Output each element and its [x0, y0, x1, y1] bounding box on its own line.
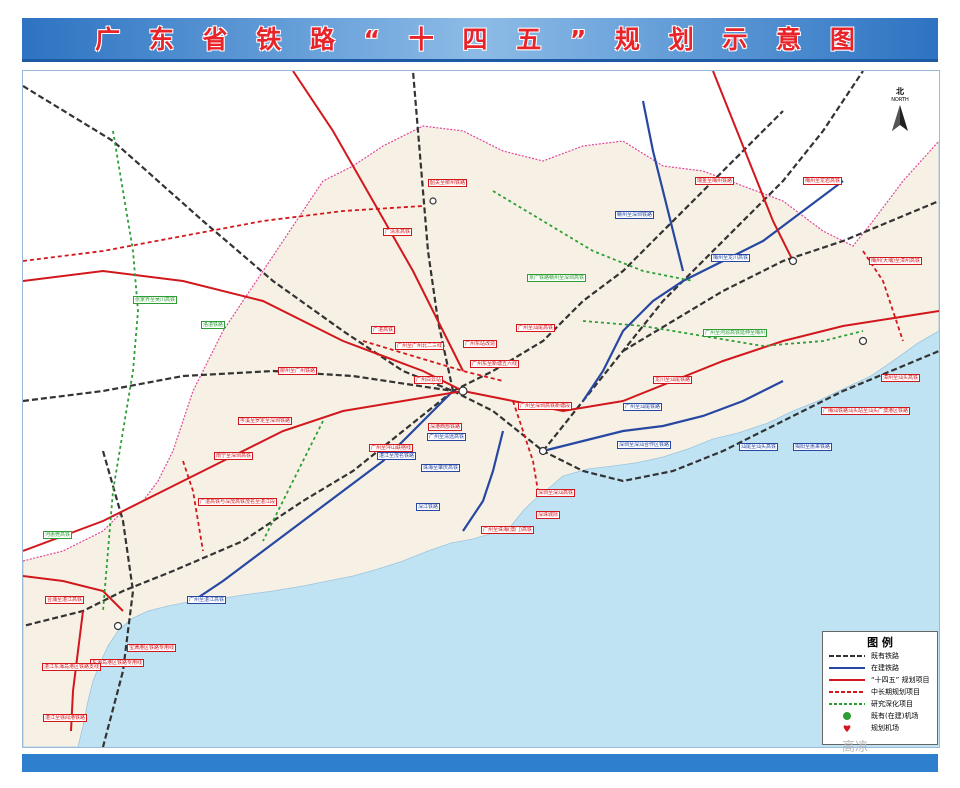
legend-label: 既有铁路 [871, 652, 899, 660]
legend-row-longterm: 中长期规划项目 [823, 686, 937, 698]
rail-label: 宝满港区铁路专用线 [127, 644, 177, 652]
watermark: 高凉 [842, 740, 869, 755]
rail-label: 梅州(大埔)至漳州高铁 [869, 257, 922, 265]
rail-label: 广州至湛江高铁 [187, 596, 227, 604]
station-shenzhen [538, 446, 548, 456]
rail-label: 深圳至深汕合作区铁路 [617, 441, 672, 449]
station-shaoguan [429, 197, 437, 205]
station-shantou [858, 336, 868, 346]
rail-label: 瑞金至梅州铁路 [695, 177, 735, 185]
construction-line-icon [829, 667, 865, 669]
legend-row-plan: “十四五” 规划项目 [823, 674, 937, 686]
legend-row-airport: 既有(在建)机场 [823, 710, 937, 722]
rail-label: 深江铁路 [416, 503, 441, 511]
rail-label: 广州至清远高铁 [427, 433, 467, 441]
rail-label: 广州至深圳高铁新塘段 [518, 402, 573, 410]
north-compass: 北 NORTH [885, 86, 915, 136]
legend-label: 中长期规划项目 [871, 688, 920, 696]
rail-label: 广州东至新塘五六线 [470, 360, 520, 368]
station-zhanjiang [113, 621, 123, 631]
rail-label: 广湛高铁与深茂高铁茂名至湛江段 [198, 498, 278, 506]
rail-label: 南宁至深圳高铁 [214, 452, 254, 460]
rail-label: 广清永高铁 [383, 228, 413, 236]
rail-label: 揭阳至惠来铁路 [793, 443, 833, 451]
map-frame: 韶关至柳州铁路 广清永高铁 广州至汕尾高铁 广州东站改造 广州东至新塘五六线 广… [22, 70, 940, 748]
rail-label: 湛江至茂名铁路 [377, 452, 417, 460]
rail-label: 漳州至汕头高铁 [881, 374, 921, 382]
existing-line-icon [829, 655, 865, 657]
rail-label: 河惠莞高铁 [43, 531, 73, 539]
rail-label: 广州至广州北二三线 [395, 342, 445, 350]
airport-icon [843, 712, 851, 720]
north-arrow-icon [892, 105, 908, 131]
rail-label: 汕尾至汕头高铁 [739, 443, 779, 451]
rail-label: 梅州至龙川高铁 [711, 254, 751, 262]
legend-label: 既有(在建)机场 [871, 712, 919, 720]
planned-airport-icon [843, 725, 851, 732]
rail-label: 广州至坪山联络线 [369, 444, 414, 452]
longterm-line-icon [829, 691, 865, 693]
rail-label: 梅州至龙岩高铁 [803, 177, 843, 185]
station-guangzhou [458, 386, 468, 396]
rail-label: 赣州至深圳铁路 [615, 211, 655, 219]
legend-label: “十四五” 规划项目 [871, 676, 930, 684]
map-title: 广 东 省 铁 路 “ 十 四 五 ” 规 划 示 意 图 [95, 25, 865, 54]
rail-label: 珠海至肇庆高铁 [421, 464, 461, 472]
rail-label: 广州至珠海(澳门)高铁 [481, 526, 534, 534]
legend-label: 研究深化项目 [871, 700, 913, 708]
rail-label: 广湛高铁 [371, 326, 396, 334]
rail-label: 深港西部铁路 [428, 423, 463, 431]
map-legend: 图 例 既有铁路 在建铁路 “十四五” 规划项目 中长期规划项目 研究深化项目 … [822, 631, 938, 745]
rail-label: 广梅汕铁路汕头站至汕头广澳港区铁路 [821, 407, 911, 415]
rail-label: 洛湛铁路 [201, 321, 226, 329]
legend-row-research: 研究深化项目 [823, 698, 937, 710]
rail-label: 广州东站改造 [463, 340, 498, 348]
rail-label: 广州白云站 [414, 376, 444, 384]
footer-bar [22, 754, 938, 772]
rail-label: 广州至汕尾铁路 [623, 403, 663, 411]
rail-label: 广州至河源高铁延伸至梅州 [703, 329, 768, 337]
rail-label: 广州至汕尾高铁 [516, 324, 556, 332]
rail-label: 湛江东海岛港区铁路支线 [42, 663, 102, 671]
legend-label: 在建铁路 [871, 664, 899, 672]
legend-label: 规划机场 [871, 724, 899, 732]
rail-label: 张家界至吴川高铁 [133, 296, 178, 304]
legend-row-existing: 既有铁路 [823, 650, 937, 662]
plan-line-icon [829, 679, 865, 681]
title-banner: 广 东 省 铁 路 “ 十 四 五 ” 规 划 示 意 图 [22, 18, 938, 62]
station-meizhou [788, 256, 798, 266]
legend-title: 图 例 [867, 636, 893, 649]
research-line-icon [829, 703, 865, 705]
rail-label: 岑溪至罗定至深圳铁路 [238, 417, 293, 425]
rail-label: 深圳至深汕高铁 [536, 489, 576, 497]
rail-label: 柳州至广州铁路 [278, 367, 318, 375]
rail-label: 合浦至湛江高铁 [45, 596, 85, 604]
legend-row-planned-airport: 规划机场 [823, 722, 937, 734]
legend-row-construction: 在建铁路 [823, 662, 937, 674]
rail-label: 湛江至徐闻港铁路 [43, 714, 88, 722]
rail-label: 韶关至柳州铁路 [428, 179, 468, 187]
rail-label: 龙川至汕尾铁路 [653, 376, 693, 384]
rail-label: 深珠城际 [536, 511, 561, 519]
rail-label: 京广铁路赣州至深圳高铁 [527, 274, 587, 282]
compass-cn: 北 [896, 87, 904, 96]
